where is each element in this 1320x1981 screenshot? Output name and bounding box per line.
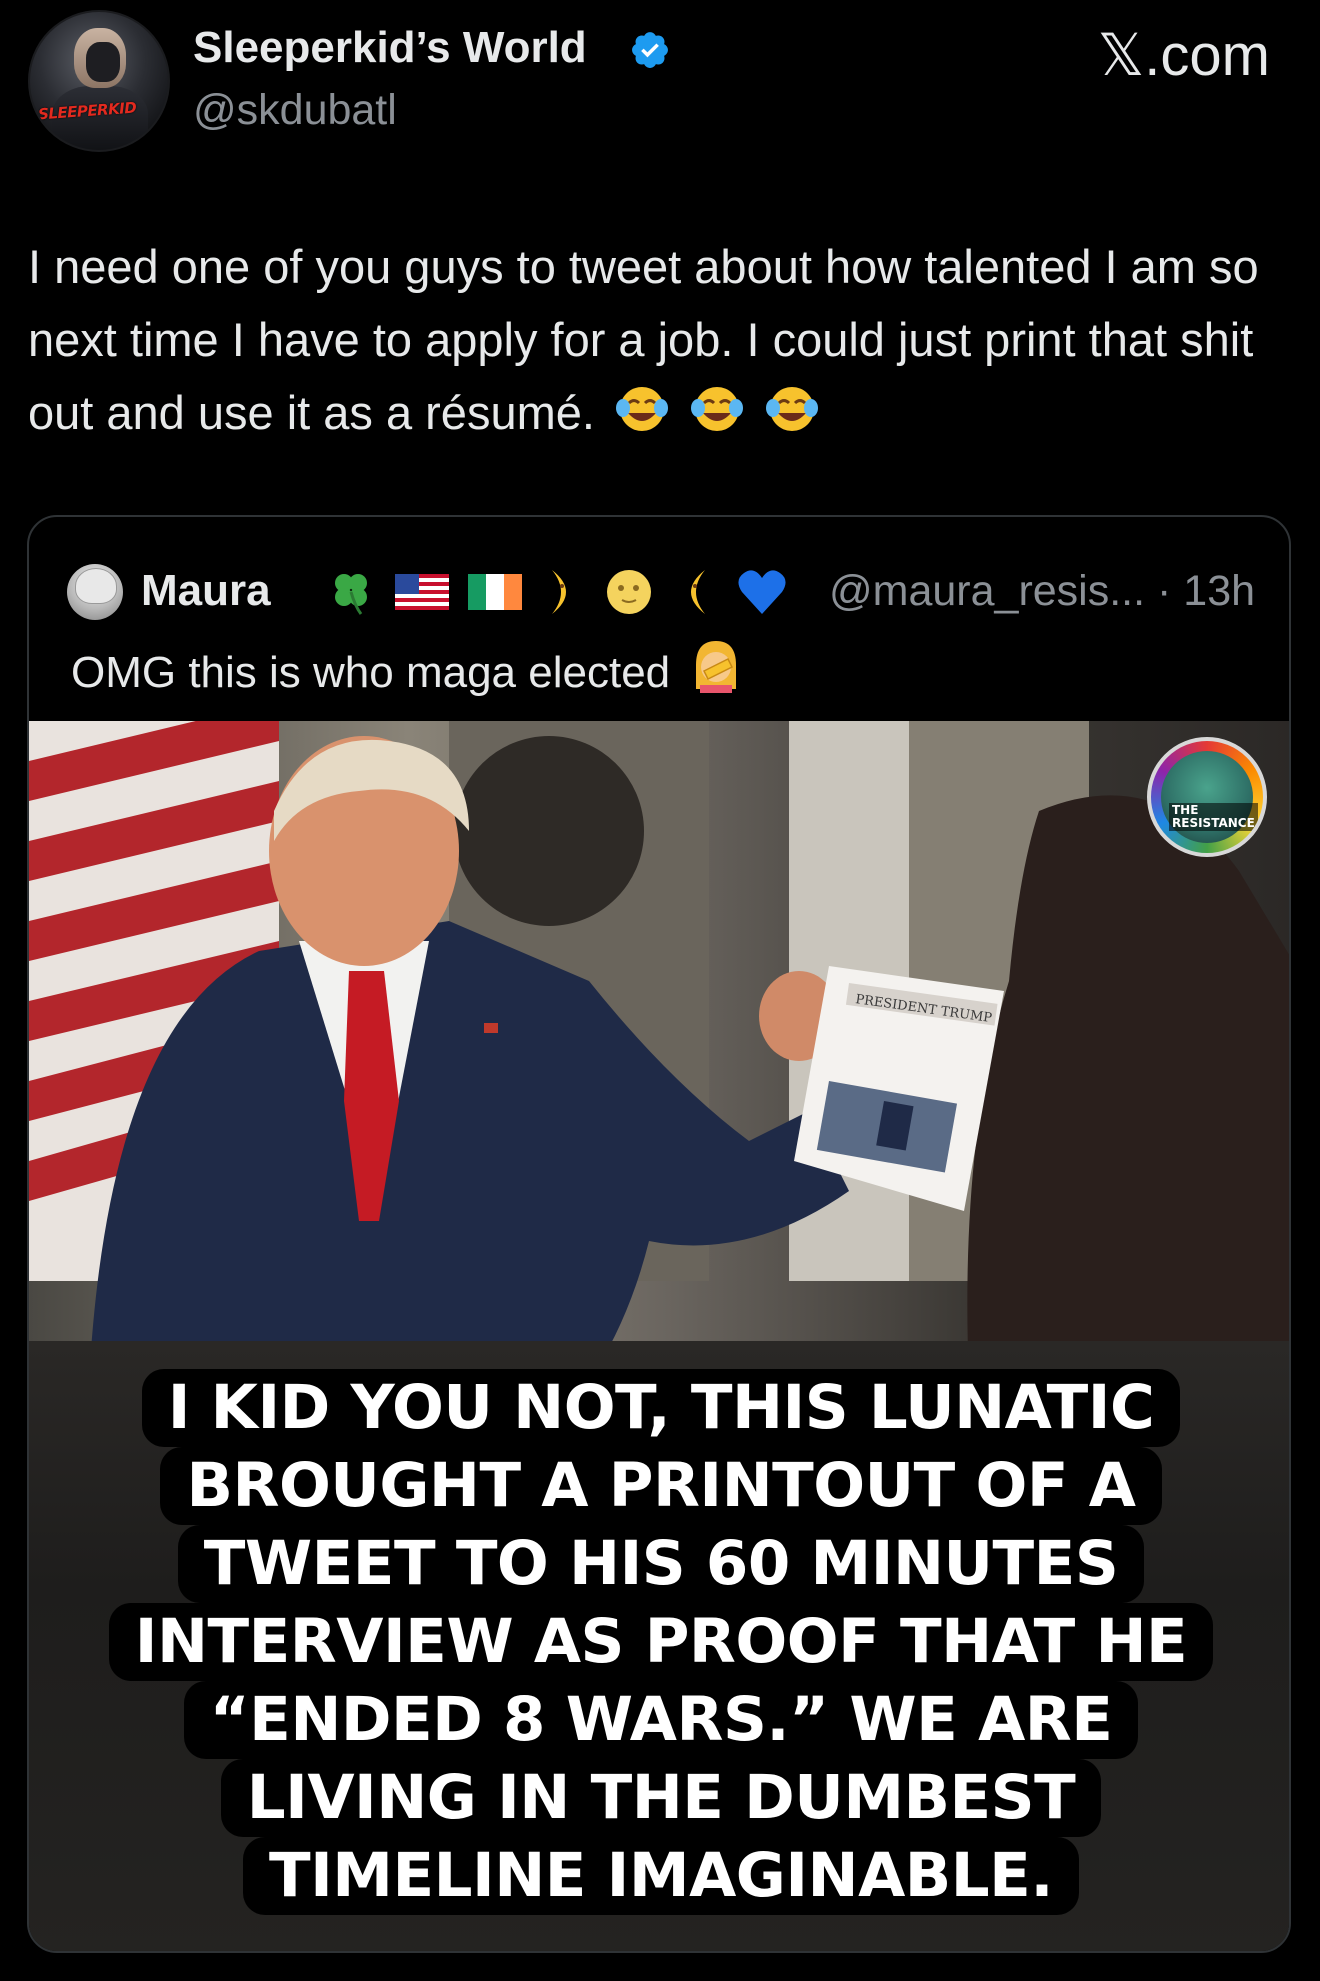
author-display-name[interactable]: Sleeperkid’s World [193,22,587,74]
full-moon-face-icon [606,570,651,614]
avatar-figure-hand [86,42,120,82]
media-photo: PRESIDENT TRUMP THE RESISTANCE [29,721,1289,1381]
face-with-tears-of-joy-icon [616,387,668,431]
logo-text: THE RESISTANCE [1169,803,1258,831]
quoted-author-name[interactable]: Maura [141,563,271,619]
caption-line: INTERVIEW AS PROOF THAT HE [108,1603,1214,1681]
face-with-tears-of-joy-icon [691,387,744,431]
face-with-tears-of-joy-icon [766,387,819,431]
quoted-avatar-figure [75,568,117,604]
four-leaf-clover-icon [335,574,367,615]
quoted-handle-text: @maura_resis... [829,567,1146,615]
quoted-timestamp: · 13h [1157,567,1256,615]
quoted-media[interactable]: PRESIDENT TRUMP THE RESISTANCE I KID YOU… [29,721,1289,1951]
quoted-author-avatar[interactable] [67,564,123,620]
site-label: 𝕏.com [1097,23,1270,88]
last-quarter-moon-face-icon [691,570,706,614]
quoted-tweet-card[interactable]: Maura @maura_resis... · 13h OMG this is … [27,515,1291,1953]
caption-line: “ENDED 8 WARS.” WE ARE [183,1681,1139,1759]
media-scene: PRESIDENT TRUMP [29,721,1289,1381]
caption-line: TWEET TO HIS 60 MINUTES [177,1525,1145,1603]
ireland-flag-icon [467,574,522,610]
quoted-name-emojis [325,566,802,618]
caption-line: I KID YOU NOT, THIS LUNATIC [141,1369,1181,1447]
tweet-header: SLEEPERKID Sleeperkid’s World @skdubatl … [0,0,1320,160]
first-quarter-moon-face-icon [552,570,567,614]
tweet-body: I need one of you guys to tweet about ho… [28,230,1298,449]
emoji-group [608,386,820,439]
quoted-author-handle[interactable]: @maura_resis... · 13h [829,563,1255,619]
meme-caption: I KID YOU NOT, THIS LUNATIC BROUGHT A PR… [29,1369,1289,1915]
us-flag-icon [395,574,450,610]
caption-line: TIMELINE IMAGINABLE. [242,1837,1080,1915]
quoted-text: OMG this is who maga elected [71,648,671,697]
verified-badge-icon [632,32,668,68]
caption-line: BROUGHT A PRINTOUT OF A [160,1447,1162,1525]
woman-facepalming-icon [696,641,737,693]
author-avatar[interactable]: SLEEPERKID [28,10,170,152]
quoted-tweet-text: OMG this is who maga elected [71,637,744,704]
blue-heart-icon [738,570,786,614]
resistance-logo: THE RESISTANCE [1147,737,1267,857]
author-handle[interactable]: @skdubatl [193,84,397,136]
caption-line: LIVING IN THE DUMBEST [220,1759,1102,1837]
